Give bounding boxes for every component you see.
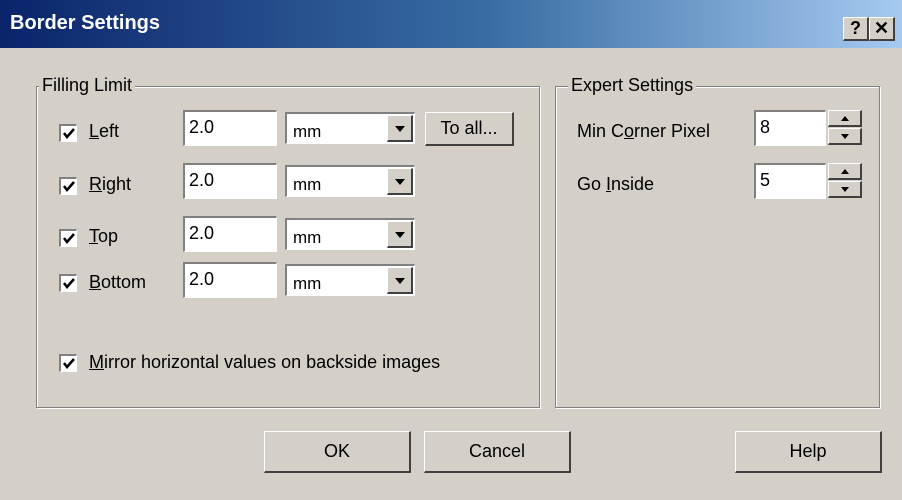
go-inside-label: Go Inside <box>577 174 655 194</box>
help-button[interactable]: Help <box>735 431 882 473</box>
right-label: Right <box>89 174 132 194</box>
window-title: Border Settings <box>10 12 161 34</box>
top-unit-select[interactable]: mm <box>285 218 415 250</box>
right-checkbox[interactable] <box>59 177 77 195</box>
spin-up-icon[interactable] <box>828 163 862 180</box>
title-bar: Border Settings ? ✕ <box>0 0 902 48</box>
chevron-down-icon[interactable] <box>387 221 413 248</box>
bottom-value-input[interactable]: 2.0 <box>183 262 277 298</box>
bottom-checkbox[interactable] <box>59 274 77 292</box>
chevron-down-icon[interactable] <box>387 168 413 195</box>
left-checkbox[interactable] <box>59 124 77 142</box>
right-value-input[interactable]: 2.0 <box>183 163 277 199</box>
checkmark-icon <box>63 233 75 244</box>
go-inside-input[interactable]: 5 <box>754 163 826 199</box>
min-corner-spinner[interactable] <box>828 110 862 146</box>
filling-limit-legend: Filling Limit <box>39 75 136 96</box>
bottom-unit-select[interactable]: mm <box>285 264 415 296</box>
close-icon[interactable]: ✕ <box>869 17 895 41</box>
ok-button[interactable]: OK <box>264 431 411 473</box>
mirror-checkbox[interactable] <box>59 354 77 372</box>
go-inside-spinner[interactable] <box>828 163 862 199</box>
spin-down-icon[interactable] <box>828 181 862 198</box>
checkmark-icon <box>63 358 75 369</box>
right-unit-select[interactable]: mm <box>285 165 415 197</box>
left-label: Left <box>89 121 120 141</box>
help-icon[interactable]: ? <box>843 17 869 41</box>
checkmark-icon <box>63 181 75 192</box>
chevron-down-icon[interactable] <box>387 267 413 294</box>
left-unit-select[interactable]: mm <box>285 112 415 144</box>
min-corner-pixel-label: Min Corner Pixel <box>577 121 711 141</box>
top-label: Top <box>89 226 119 246</box>
checkmark-icon <box>63 128 75 139</box>
expert-settings-legend: Expert Settings <box>568 75 697 96</box>
checkmark-icon <box>63 278 75 289</box>
chevron-down-icon[interactable] <box>387 115 413 142</box>
top-checkbox[interactable] <box>59 229 77 247</box>
spin-down-icon[interactable] <box>828 128 862 145</box>
to-all-button[interactable]: To all... <box>425 112 514 146</box>
spin-up-icon[interactable] <box>828 110 862 127</box>
cancel-button[interactable]: Cancel <box>424 431 571 473</box>
bottom-label: Bottom <box>89 272 147 292</box>
min-corner-pixel-input[interactable]: 8 <box>754 110 826 146</box>
top-value-input[interactable]: 2.0 <box>183 216 277 252</box>
mirror-label: Mirror horizontal values on backside ima… <box>89 352 441 372</box>
left-value-input[interactable]: 2.0 <box>183 110 277 146</box>
